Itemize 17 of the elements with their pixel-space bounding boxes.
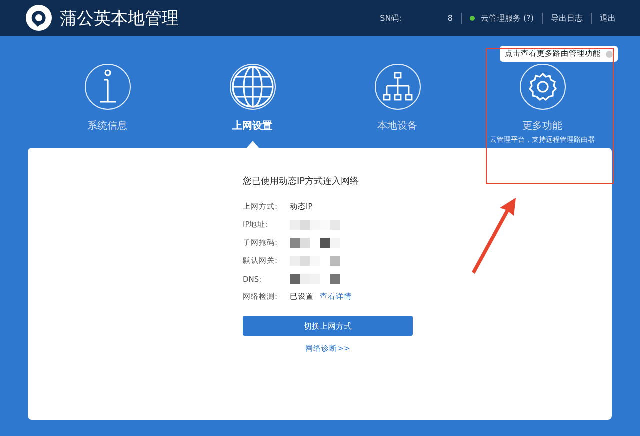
close-icon[interactable]: [606, 50, 613, 58]
sn-label: SN码:: [380, 12, 402, 24]
header-link[interactable]: 退出: [600, 12, 616, 24]
app-title: 蒲公英本地管理: [60, 8, 179, 30]
settings-icon: [528, 72, 558, 102]
status-heading: 您已使用动态IP方式连入网络: [243, 176, 360, 188]
header-link[interactable]: 导出日志: [551, 12, 583, 24]
pixelated-value: [290, 274, 340, 284]
network-tree-icon: [382, 72, 412, 102]
globe-icon: [230, 65, 274, 109]
pixelated-value: [290, 256, 340, 266]
cloud-service-link[interactable]: 云管理服务 (?): [480, 12, 534, 24]
pixelated-value: [290, 220, 340, 230]
sn-value: 8: [448, 14, 453, 22]
switch-connection-button[interactable]: 切换上网方式: [243, 316, 413, 336]
pixelated-value: [290, 238, 340, 248]
logo-icon: [26, 5, 52, 31]
